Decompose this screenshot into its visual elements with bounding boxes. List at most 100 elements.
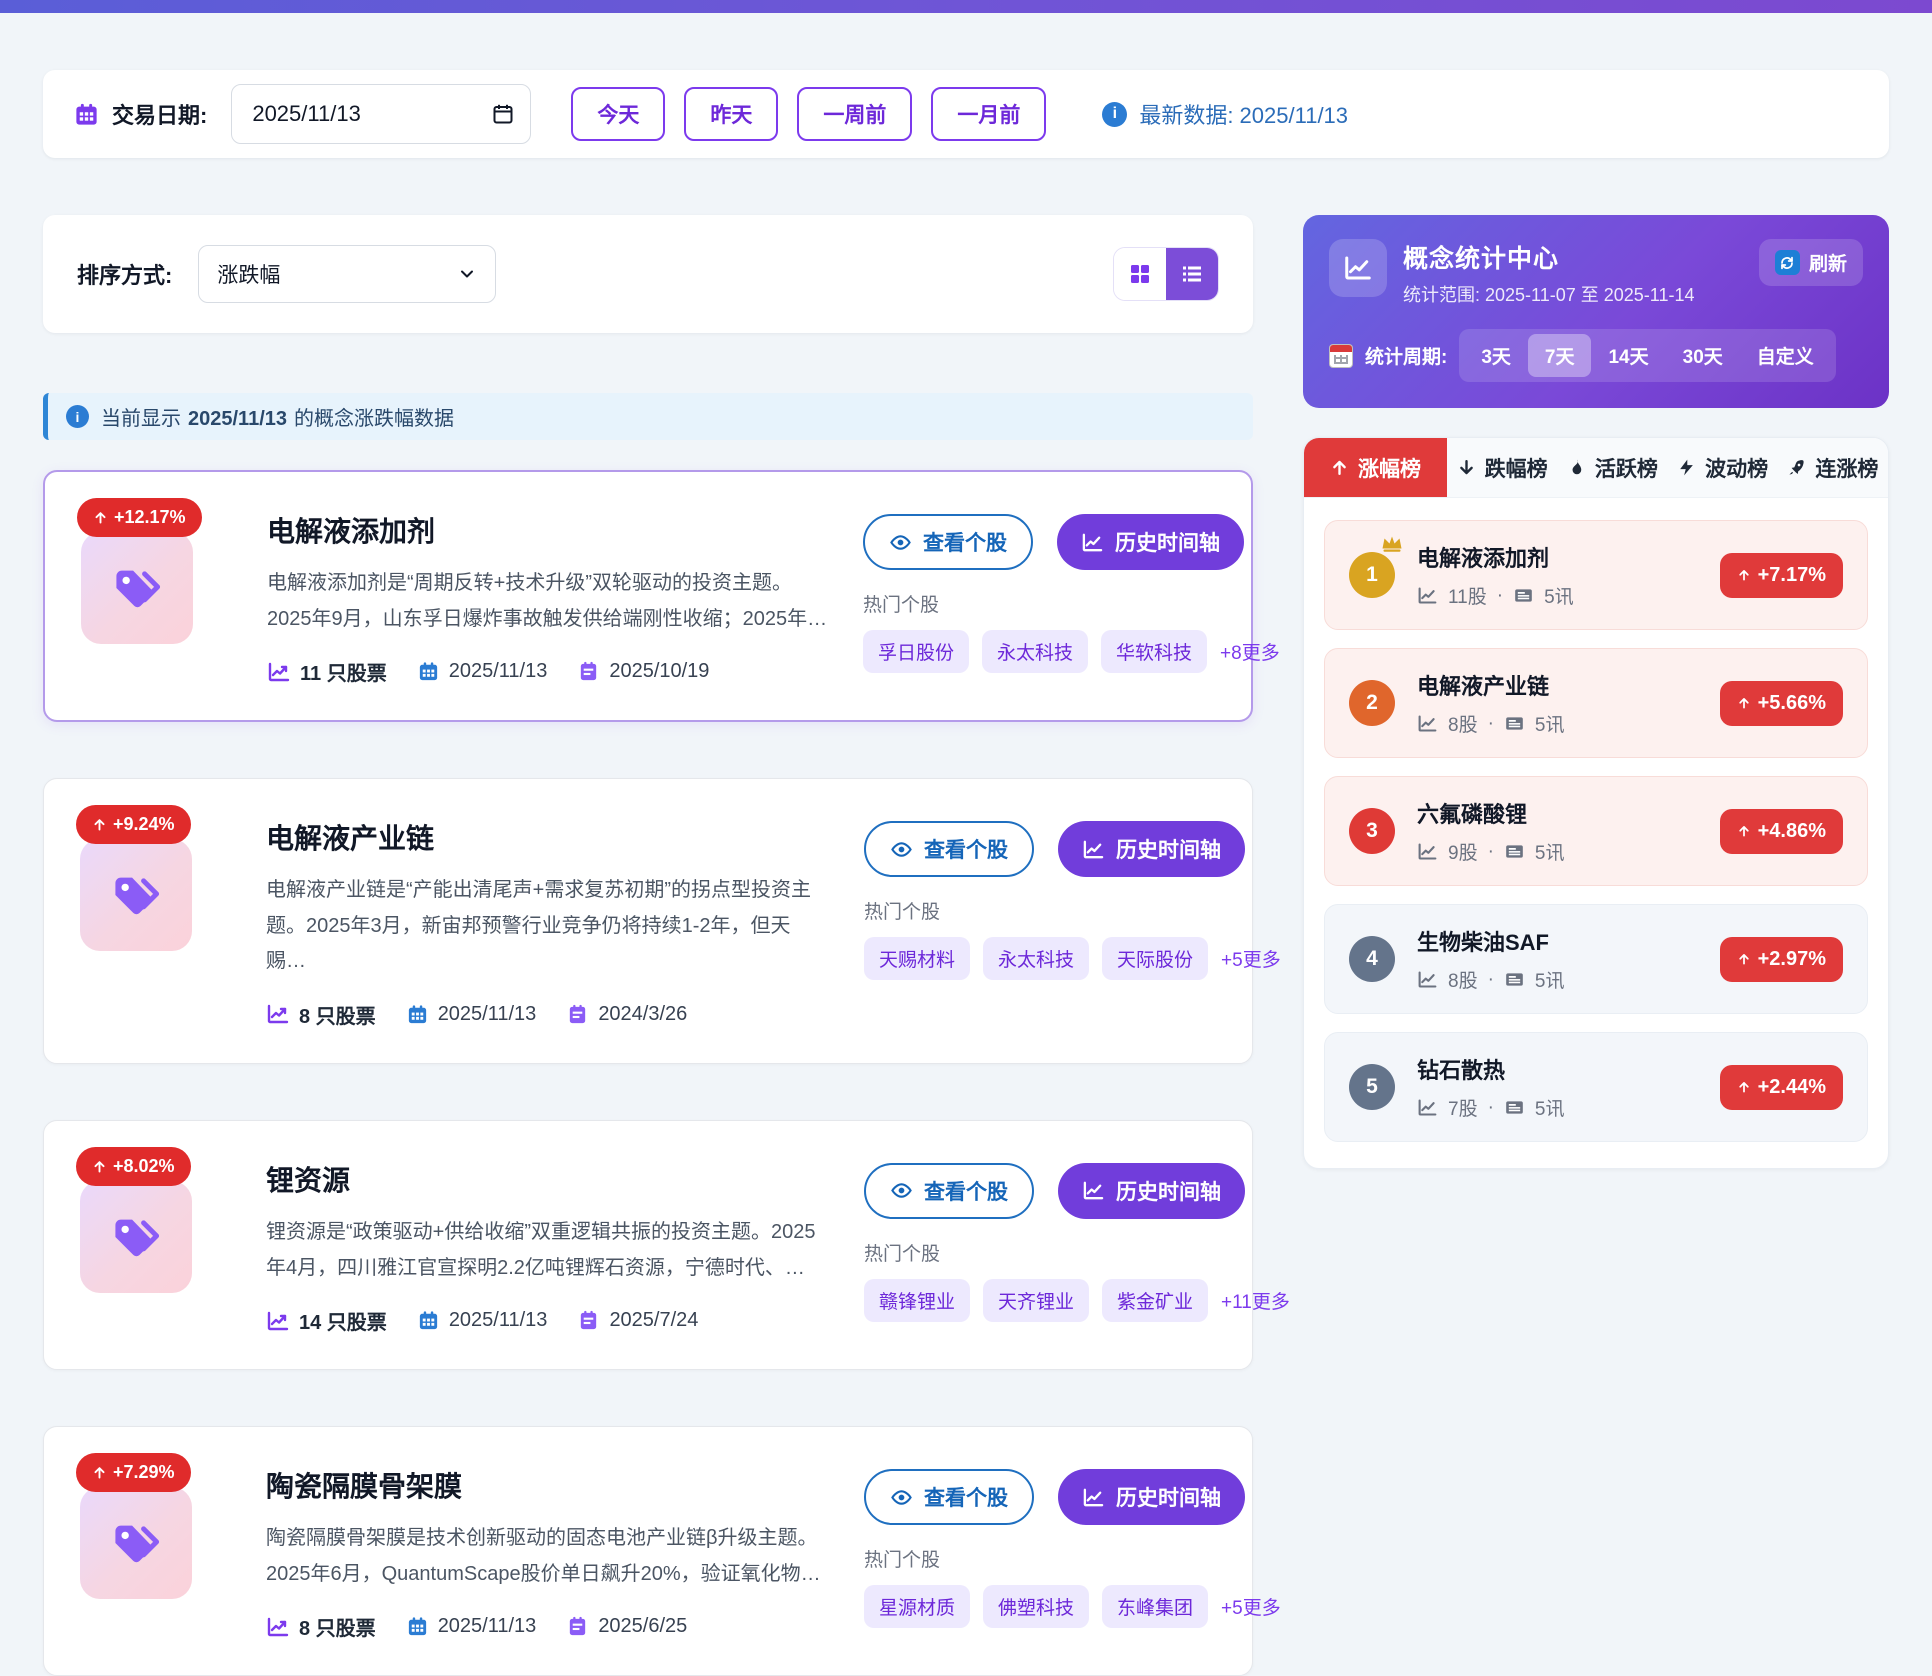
period-option-3d[interactable]: 3天 bbox=[1464, 334, 1528, 377]
stock-chip[interactable]: 华软科技 bbox=[1101, 630, 1207, 673]
rank-info: 钻石散热 7股 · 5讯 bbox=[1417, 1053, 1564, 1121]
concept-icon-block bbox=[80, 1181, 192, 1293]
view-toggle bbox=[1113, 247, 1219, 301]
change-badge: +8.02% bbox=[76, 1147, 191, 1186]
tab-streak[interactable]: 连涨榜 bbox=[1781, 438, 1884, 497]
stock-chip[interactable]: 赣锋锂业 bbox=[864, 1279, 970, 1322]
calendar-icon bbox=[73, 101, 100, 128]
concept-card[interactable]: +9.24% 电解液产业链 电解液产业链是“产能出清尾声+需求复苏初期”的拐点型… bbox=[43, 778, 1253, 1064]
arrow-down-icon bbox=[1457, 458, 1476, 477]
rank-item[interactable]: 3 六氟磷酸锂 9股 · 5讯 bbox=[1324, 776, 1868, 886]
grid-view-button[interactable] bbox=[1114, 248, 1166, 300]
yesterday-button[interactable]: 昨天 bbox=[684, 87, 778, 141]
concept-icon-block bbox=[81, 532, 193, 644]
stock-chip[interactable]: 永太科技 bbox=[982, 630, 1088, 673]
tab-losers[interactable]: 跌幅榜 bbox=[1451, 438, 1554, 497]
more-stocks-link[interactable]: +8更多 bbox=[1220, 638, 1280, 665]
card-meta: 14 只股票 2025/11/13 2025/7/24 bbox=[266, 1306, 830, 1335]
list-icon bbox=[1180, 262, 1204, 286]
history-timeline-button[interactable]: 历史时间轴 bbox=[1058, 1469, 1245, 1525]
rank-number: 3 bbox=[1349, 808, 1395, 854]
change-value: +12.17% bbox=[114, 507, 186, 528]
grid-icon bbox=[1128, 262, 1152, 286]
concept-card[interactable]: +12.17% 电解液添加剂 电解液添加剂是“周期反转+技术升级”双轮驱动的投资… bbox=[43, 470, 1253, 722]
calendar-icon bbox=[406, 1003, 429, 1026]
list-view-button[interactable] bbox=[1166, 248, 1218, 300]
current-view-banner: i 当前显示2025/11/13的概念涨跌幅数据 bbox=[43, 393, 1253, 440]
tab-active-list[interactable]: 活跃榜 bbox=[1561, 438, 1664, 497]
rank-item[interactable]: 1 电解液添加剂 11股 · 5 bbox=[1324, 520, 1868, 630]
history-timeline-button[interactable]: 历史时间轴 bbox=[1058, 1163, 1245, 1219]
stock-chip[interactable]: 天际股份 bbox=[1102, 937, 1208, 980]
rocket-icon bbox=[1787, 458, 1806, 477]
date-input[interactable] bbox=[231, 84, 531, 144]
rank-item[interactable]: 4 生物柴油SAF 8股 · 5讯 bbox=[1324, 904, 1868, 1014]
start-date: 2025/6/25 bbox=[566, 1615, 687, 1638]
concept-title: 电解液产业链 bbox=[266, 817, 830, 857]
period-option-7d[interactable]: 7天 bbox=[1528, 334, 1592, 377]
view-stocks-button[interactable]: 查看个股 bbox=[864, 821, 1034, 877]
stock-chip[interactable]: 天赐材料 bbox=[864, 937, 970, 980]
month-ago-button[interactable]: 一月前 bbox=[931, 87, 1046, 141]
calendar-emoji-icon bbox=[1329, 344, 1353, 368]
history-timeline-button[interactable]: 历史时间轴 bbox=[1057, 514, 1244, 570]
card-meta: 8 只股票 2025/11/13 2025/6/25 bbox=[266, 1612, 830, 1641]
date-input-wrap bbox=[231, 84, 531, 144]
tag-icon bbox=[111, 562, 163, 614]
more-stocks-link[interactable]: +5更多 bbox=[1221, 945, 1281, 972]
rank-item[interactable]: 5 钻石散热 7股 · 5讯 bbox=[1324, 1032, 1868, 1142]
more-stocks-link[interactable]: +11更多 bbox=[1221, 1287, 1290, 1314]
period-option-14d[interactable]: 14天 bbox=[1591, 334, 1665, 377]
stock-count: 8 只股票 bbox=[266, 1000, 376, 1029]
change-badge: +9.24% bbox=[76, 805, 191, 844]
tab-volatility[interactable]: 波动榜 bbox=[1671, 438, 1774, 497]
stock-chip[interactable]: 东峰集团 bbox=[1102, 1585, 1208, 1628]
view-stocks-button[interactable]: 查看个股 bbox=[864, 1163, 1034, 1219]
stock-chip[interactable]: 紫金矿业 bbox=[1102, 1279, 1208, 1322]
more-stocks-link[interactable]: +5更多 bbox=[1221, 1593, 1281, 1620]
concept-title: 电解液添加剂 bbox=[267, 510, 829, 550]
rank-item[interactable]: 2 电解液产业链 8股 · 5讯 bbox=[1324, 648, 1868, 758]
news-icon bbox=[1504, 841, 1525, 862]
arrow-up-icon bbox=[1737, 824, 1751, 838]
stock-chip[interactable]: 孚日股份 bbox=[863, 630, 969, 673]
calendar-icon bbox=[417, 660, 440, 683]
rank-meta: 9股 · 5讯 bbox=[1417, 838, 1564, 865]
history-timeline-button[interactable]: 历史时间轴 bbox=[1058, 821, 1245, 877]
date-picker-icon[interactable] bbox=[491, 102, 515, 126]
stock-chip[interactable]: 佛塑科技 bbox=[983, 1585, 1089, 1628]
hot-stocks-label: 热门个股 bbox=[864, 1545, 1222, 1572]
concept-title: 锂资源 bbox=[266, 1159, 830, 1199]
arrow-up-icon bbox=[93, 510, 108, 525]
rank-info: 生物柴油SAF 8股 · 5讯 bbox=[1417, 925, 1564, 993]
rank-change-pill: +2.44% bbox=[1720, 1065, 1843, 1110]
rank-meta: 11股 · 5讯 bbox=[1417, 582, 1574, 609]
period-segmented-control: 3天 7天 14天 30天 自定义 bbox=[1459, 329, 1835, 382]
rank-meta: 8股 · 5讯 bbox=[1417, 710, 1564, 737]
sort-card: 排序方式: 涨跌幅 bbox=[43, 215, 1253, 333]
stock-chip[interactable]: 永太科技 bbox=[983, 937, 1089, 980]
stats-title: 概念统计中心 bbox=[1403, 239, 1694, 275]
hot-stock-chips: 星源材质 佛塑科技 东峰集团 +5更多 bbox=[864, 1585, 1222, 1628]
week-ago-button[interactable]: 一周前 bbox=[797, 87, 912, 141]
banner-prefix: 当前显示 bbox=[101, 408, 181, 430]
period-option-custom[interactable]: 自定义 bbox=[1740, 334, 1831, 377]
card-actions: 查看个股 历史时间轴 热门个股 赣锋锂业 天齐锂业 紫金矿业 +11更多 bbox=[864, 1151, 1222, 1335]
stats-sidebar: 概念统计中心 统计范围: 2025-11-07 至 2025-11-14 刷新 … bbox=[1303, 215, 1889, 1169]
sort-select[interactable]: 涨跌幅 bbox=[198, 245, 496, 303]
concept-card[interactable]: +8.02% 锂资源 锂资源是“政策驱动+供给收缩”双重逻辑共振的投资主题。20… bbox=[43, 1120, 1253, 1370]
stock-chip[interactable]: 天齐锂业 bbox=[983, 1279, 1089, 1322]
view-stocks-button[interactable]: 查看个股 bbox=[863, 514, 1033, 570]
period-option-30d[interactable]: 30天 bbox=[1666, 334, 1740, 377]
hot-stocks-label: 热门个股 bbox=[864, 1239, 1222, 1266]
today-button[interactable]: 今天 bbox=[571, 87, 665, 141]
view-stocks-button[interactable]: 查看个股 bbox=[864, 1469, 1034, 1525]
rank-change-pill: +7.17% bbox=[1720, 553, 1843, 598]
tab-gainers[interactable]: 涨幅榜 bbox=[1304, 438, 1447, 497]
refresh-button[interactable]: 刷新 bbox=[1759, 239, 1863, 286]
chart-icon bbox=[1417, 713, 1438, 734]
banner-text: 当前显示2025/11/13的概念涨跌幅数据 bbox=[101, 402, 454, 431]
concept-card[interactable]: +7.29% 陶瓷隔膜骨架膜 陶瓷隔膜骨架膜是技术创新驱动的固态电池产业链β升级… bbox=[43, 1426, 1253, 1676]
concept-description: 电解液产业链是“产能出清尾声+需求复苏初期”的拐点型投资主题。2025年3月，新… bbox=[266, 873, 830, 980]
stock-chip[interactable]: 星源材质 bbox=[864, 1585, 970, 1628]
